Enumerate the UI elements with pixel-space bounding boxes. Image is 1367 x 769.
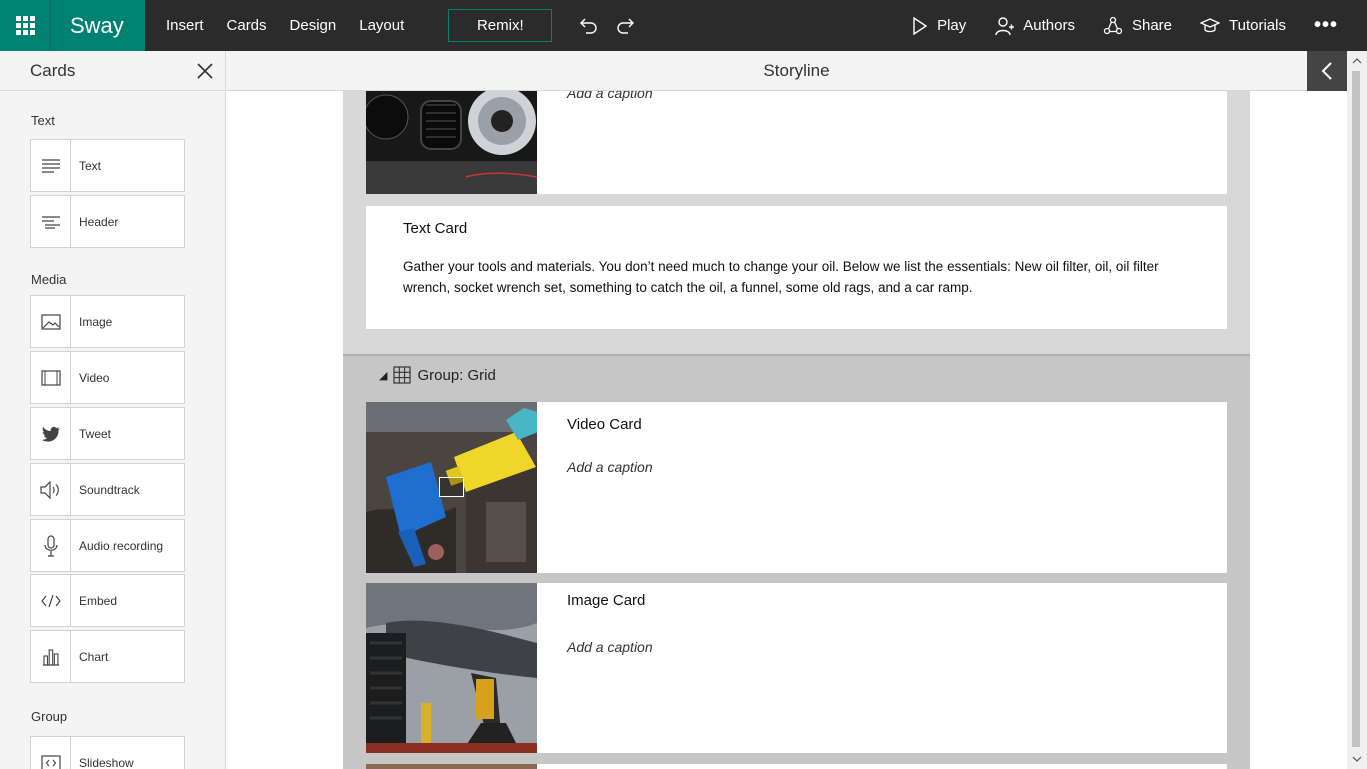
image-icon bbox=[31, 296, 71, 347]
header-icon bbox=[31, 196, 71, 247]
storyline-header: Storyline bbox=[226, 51, 1367, 91]
card-item-tweet[interactable]: Tweet bbox=[30, 407, 185, 460]
microphone-icon bbox=[31, 520, 71, 571]
top-bar: Sway Insert Cards Design Layout Remix! P… bbox=[0, 0, 1367, 51]
authors-icon bbox=[995, 16, 1015, 35]
share-icon bbox=[1103, 16, 1123, 34]
cards-panel-header: Cards bbox=[0, 51, 225, 91]
more-options-button[interactable]: ••• bbox=[1314, 14, 1338, 37]
text-card-title: Text Card bbox=[403, 220, 468, 237]
cards-panel-title: Cards bbox=[30, 60, 76, 80]
card-item-label: Text bbox=[79, 158, 102, 173]
play-button[interactable]: Play bbox=[912, 0, 966, 51]
card-item-audio-recording[interactable]: Audio recording bbox=[30, 519, 185, 572]
video-card[interactable]: Video Card Add a caption bbox=[366, 402, 1227, 573]
redo-icon[interactable] bbox=[616, 16, 636, 36]
storyline-title: Storyline bbox=[763, 61, 830, 80]
video-icon bbox=[31, 352, 71, 403]
video-frame-icon bbox=[439, 477, 464, 497]
caption-input[interactable]: Add a caption bbox=[567, 91, 653, 101]
collapse-panel-button[interactable] bbox=[1307, 51, 1347, 91]
card-item-label: Embed bbox=[79, 593, 118, 608]
scroll-down-arrow-icon[interactable] bbox=[1347, 749, 1367, 769]
undo-icon[interactable] bbox=[578, 16, 598, 36]
graduation-cap-icon bbox=[1200, 17, 1221, 32]
share-label: Share bbox=[1131, 17, 1173, 34]
oil-pouring-image bbox=[366, 402, 537, 573]
group-title-label: Group: Grid bbox=[417, 366, 496, 384]
collapse-triangle-icon[interactable]: ◢ bbox=[379, 369, 387, 382]
card-item-label: Tweet bbox=[79, 426, 112, 441]
share-button[interactable]: Share bbox=[1103, 0, 1172, 51]
authors-label: Authors bbox=[1023, 17, 1075, 34]
group-grid[interactable]: ◢ Group: Grid Video Card Add a caption I… bbox=[343, 354, 1250, 769]
card-item-label: Chart bbox=[79, 649, 109, 664]
vertical-scrollbar[interactable] bbox=[1347, 51, 1367, 769]
card-item-text[interactable]: Text bbox=[30, 139, 185, 192]
menu-layout[interactable]: Layout bbox=[350, 0, 413, 51]
next-card-image bbox=[366, 764, 537, 769]
section-label-group: Group bbox=[31, 709, 68, 724]
chart-icon bbox=[31, 631, 71, 682]
video-card-heading: Video Card bbox=[567, 416, 642, 433]
remix-button[interactable]: Remix! bbox=[448, 9, 553, 42]
section-label-text: Text bbox=[31, 113, 55, 128]
storyline-canvas: Add a caption Text Card Gather your tool… bbox=[226, 91, 1347, 769]
card-item-label: Header bbox=[79, 214, 119, 229]
tutorials-button[interactable]: Tutorials bbox=[1200, 0, 1286, 51]
card-item-chart[interactable]: Chart bbox=[30, 630, 185, 683]
text-card-body[interactable]: Gather your tools and materials. You don… bbox=[403, 256, 1193, 298]
twitter-icon bbox=[31, 408, 71, 459]
car-jack-image bbox=[366, 583, 537, 753]
card-item-image[interactable]: Image bbox=[30, 295, 185, 348]
card-item-header[interactable]: Header bbox=[30, 195, 185, 248]
main-menu: Insert Cards Design Layout bbox=[157, 0, 418, 51]
image-card-top[interactable]: Add a caption bbox=[366, 91, 1227, 194]
cards-panel: Cards Text Text Header Media Image Video bbox=[0, 51, 226, 769]
card-item-video[interactable]: Video bbox=[30, 351, 185, 404]
play-label: Play bbox=[937, 17, 967, 34]
card-item-label: Audio recording bbox=[79, 538, 164, 553]
speaker-icon bbox=[31, 464, 71, 515]
play-icon bbox=[913, 16, 928, 35]
storyline-column: Add a caption Text Card Gather your tool… bbox=[343, 91, 1250, 769]
section-label-media: Media bbox=[31, 272, 67, 287]
tutorials-label: Tutorials bbox=[1229, 17, 1286, 34]
scroll-thumb[interactable] bbox=[1352, 71, 1360, 747]
card-item-embed[interactable]: Embed bbox=[30, 574, 185, 627]
scroll-up-arrow-icon[interactable] bbox=[1347, 51, 1367, 71]
caption-input[interactable]: Add a caption bbox=[567, 459, 653, 475]
card-item-soundtrack[interactable]: Soundtrack bbox=[30, 463, 185, 516]
oil-filter-image bbox=[366, 91, 537, 194]
text-lines-icon bbox=[31, 140, 71, 191]
card-item-label: Image bbox=[79, 314, 113, 329]
card-item-label: Soundtrack bbox=[79, 482, 140, 497]
card-item-label: Video bbox=[79, 370, 110, 385]
card-item-slideshow[interactable]: Slideshow bbox=[30, 736, 185, 769]
card-item-label: Slideshow bbox=[79, 755, 134, 769]
chevron-left-icon bbox=[1321, 62, 1332, 80]
caption-input[interactable]: Add a caption bbox=[567, 639, 653, 655]
menu-insert[interactable]: Insert bbox=[157, 0, 213, 51]
close-icon[interactable] bbox=[195, 61, 215, 81]
app-launcher-button[interactable] bbox=[0, 0, 51, 51]
menu-cards[interactable]: Cards bbox=[218, 0, 276, 51]
authors-button[interactable]: Authors bbox=[994, 0, 1075, 51]
image-card-heading: Image Card bbox=[567, 592, 646, 609]
grid-icon bbox=[393, 366, 412, 384]
code-icon bbox=[31, 575, 71, 626]
menu-design[interactable]: Design bbox=[281, 0, 346, 51]
group-title[interactable]: ◢ Group: Grid bbox=[379, 366, 496, 384]
image-card[interactable]: Image Card Add a caption bbox=[366, 583, 1227, 753]
slideshow-icon bbox=[31, 737, 71, 769]
waffle-icon bbox=[15, 16, 35, 35]
app-name[interactable]: Sway bbox=[51, 0, 145, 51]
text-card[interactable]: Text Card Gather your tools and material… bbox=[366, 206, 1227, 329]
next-card[interactable] bbox=[366, 764, 1227, 769]
